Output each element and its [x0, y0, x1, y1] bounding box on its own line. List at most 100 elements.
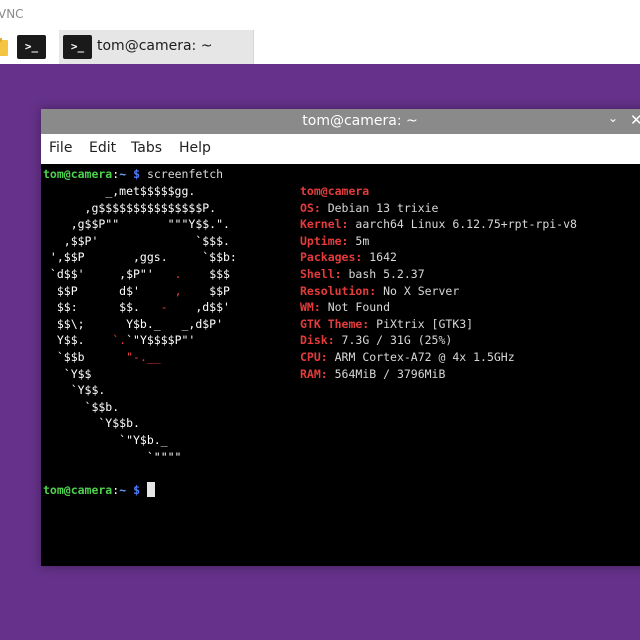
logo-line: `""""	[43, 449, 182, 466]
logo-segment: -	[160, 300, 168, 315]
info-key: Disk:	[300, 333, 335, 348]
prompt-dollar: $	[133, 483, 140, 497]
info-value: Not Found	[320, 300, 391, 315]
prompt-path: ~	[119, 483, 127, 497]
cursor	[146, 482, 155, 497]
logo-segment: `Y$$	[43, 366, 92, 381]
logo-segment: `$$b.	[43, 399, 120, 414]
info-row: OS: Debian 13 trixie	[300, 200, 438, 217]
logo-line: ,$$P' `$$$.	[43, 233, 230, 250]
logo-segment: Y$$.	[43, 333, 113, 348]
logo-line: $$\; Y$b._ _,d$P'	[43, 316, 223, 333]
prompt-user: tom@camera	[43, 483, 113, 497]
terminal-icon[interactable]: >_	[17, 35, 46, 59]
info-key: OS:	[300, 200, 321, 215]
info-key: GTK Theme:	[300, 316, 370, 331]
info-key: RAM:	[300, 366, 328, 381]
logo-segment: ,g$$$$$$$$$$$$$$$P.	[43, 200, 217, 215]
logo-segment: ',$$P ,ggs. `$$b:	[43, 250, 237, 265]
info-key: Resolution:	[300, 283, 377, 298]
logo-segment: `.	[112, 333, 127, 348]
info-value: aarch64 Linux 6.12.75+rpt-rpi-v8	[348, 217, 577, 232]
info-value: 7.3G / 31G (25%)	[334, 333, 453, 348]
menu-bar: File Edit Tabs Help	[41, 134, 640, 164]
logo-segment: `Y$$b.	[43, 416, 140, 431]
info-value: No X Server	[376, 283, 460, 298]
info-key: Uptime:	[300, 233, 349, 248]
logo-line: `Y$$	[43, 366, 92, 383]
info-row: GTK Theme: PiXtrix [GTK3]	[300, 316, 473, 333]
terminal-window[interactable]: tom@camera: ~ ⌄ ✕ File Edit Tabs Help to…	[41, 109, 640, 566]
logo-line: `$$b "-.__	[43, 349, 161, 366]
logo-line: Y$$. `.`"Y$$$$P"'	[43, 332, 196, 349]
info-row: WM: Not Found	[300, 299, 390, 316]
logo-segment: `"Y$$$$P"'	[126, 333, 196, 348]
logo-segment: ,g$$P"" """Y$$.".	[43, 217, 230, 232]
taskbar: >_ >_ tom@camera: ~	[0, 30, 640, 64]
logo-line: `$$b.	[43, 399, 120, 416]
info-value: PiXtrix [GTK3]	[369, 316, 474, 331]
logo-line: `"Y$b._	[43, 432, 168, 449]
logo-segment: $$P	[181, 283, 230, 298]
menu-file[interactable]: File	[49, 140, 72, 156]
logo-segment: $$: $$.	[43, 300, 161, 315]
logo-line: ,g$$$$$$$$$$$$$$$P.	[43, 200, 217, 217]
window-title: tom@camera: ~	[302, 113, 418, 129]
logo-line: ',$$P ,ggs. `$$b:	[43, 249, 237, 266]
command-line: tom@camera:~ $ screenfetch	[43, 166, 223, 183]
info-row: Kernel: aarch64 Linux 6.12.75+rpt-rpi-v8	[300, 216, 577, 233]
logo-segment: `$$b	[43, 350, 127, 364]
info-key: WM:	[300, 300, 321, 315]
close-icon[interactable]: ✕	[630, 111, 640, 129]
vnc-title-bar: VNC	[0, 0, 640, 31]
logo-line: $$: $$. - ,d$$'	[43, 299, 230, 316]
prompt-user: tom@camera	[43, 167, 113, 181]
logo-line: $$P d$' , $$P	[43, 283, 230, 300]
logo-segment: `"Y$b._	[43, 433, 168, 447]
logo-segment: `d$$' ,$P"'	[43, 267, 175, 281]
logo-segment: ,d$$'	[167, 300, 230, 315]
prompt-path: ~	[119, 167, 127, 181]
info-header-text: tom@camera	[300, 184, 370, 198]
logo-segment: $$$	[181, 267, 230, 281]
info-row: Disk: 7.3G / 31G (25%)	[300, 332, 452, 349]
prompt-line: tom@camera:~ $	[43, 482, 155, 499]
info-value: 564MiB / 3796MiB	[327, 366, 446, 381]
menu-tabs[interactable]: Tabs	[131, 140, 162, 156]
info-row: Uptime: 5m	[300, 233, 369, 250]
logo-line: `Y$$.	[43, 382, 106, 399]
terminal-output[interactable]: tom@camera:~ $ screenfetch _,met$$$$$gg.…	[41, 164, 640, 566]
info-key: CPU:	[300, 350, 328, 364]
logo-line: ,g$$P"" """Y$$.".	[43, 216, 230, 233]
taskbar-task-terminal[interactable]: >_ tom@camera: ~	[59, 30, 254, 64]
window-titlebar[interactable]: tom@camera: ~ ⌄ ✕	[41, 109, 640, 134]
logo-segment: `Y$$.	[43, 383, 106, 398]
chevron-down-icon[interactable]: ⌄	[608, 111, 618, 125]
vnc-title: VNC	[0, 7, 24, 21]
info-row: RAM: 564MiB / 3796MiB	[300, 366, 445, 383]
logo-segment: ,	[174, 283, 182, 298]
command-text: screenfetch	[146, 167, 224, 181]
info-header: tom@camera	[300, 183, 369, 200]
info-value: ARM Cortex-A72 @ 4x 1.5GHz	[327, 350, 515, 364]
logo-segment: $$\; Y$b._ _,d$P'	[43, 316, 224, 331]
info-key: Kernel:	[300, 217, 349, 232]
logo-line: `Y$$b.	[43, 415, 140, 432]
logo-line: `d$$' ,$P"' . $$$	[43, 266, 230, 283]
prompt-dollar: $	[133, 167, 140, 181]
info-value: bash 5.2.37	[341, 267, 425, 281]
logo-segment: ,$$P' `$$$.	[43, 233, 230, 248]
info-key: Packages:	[300, 250, 363, 265]
info-key: Shell:	[300, 267, 342, 281]
logo-line: _,met$$$$$gg.	[43, 183, 195, 200]
info-row: CPU: ARM Cortex-A72 @ 4x 1.5GHz	[300, 349, 515, 366]
info-value: Debian 13 trixie	[320, 200, 439, 215]
logo-segment: `""""	[43, 449, 182, 464]
menu-help[interactable]: Help	[179, 140, 211, 156]
menu-edit[interactable]: Edit	[89, 140, 116, 156]
task-label: tom@camera: ~	[97, 38, 213, 54]
info-value: 1642	[362, 250, 397, 265]
folder-icon[interactable]	[0, 38, 8, 56]
info-row: Packages: 1642	[300, 249, 397, 266]
logo-segment: "-.__	[126, 350, 161, 364]
